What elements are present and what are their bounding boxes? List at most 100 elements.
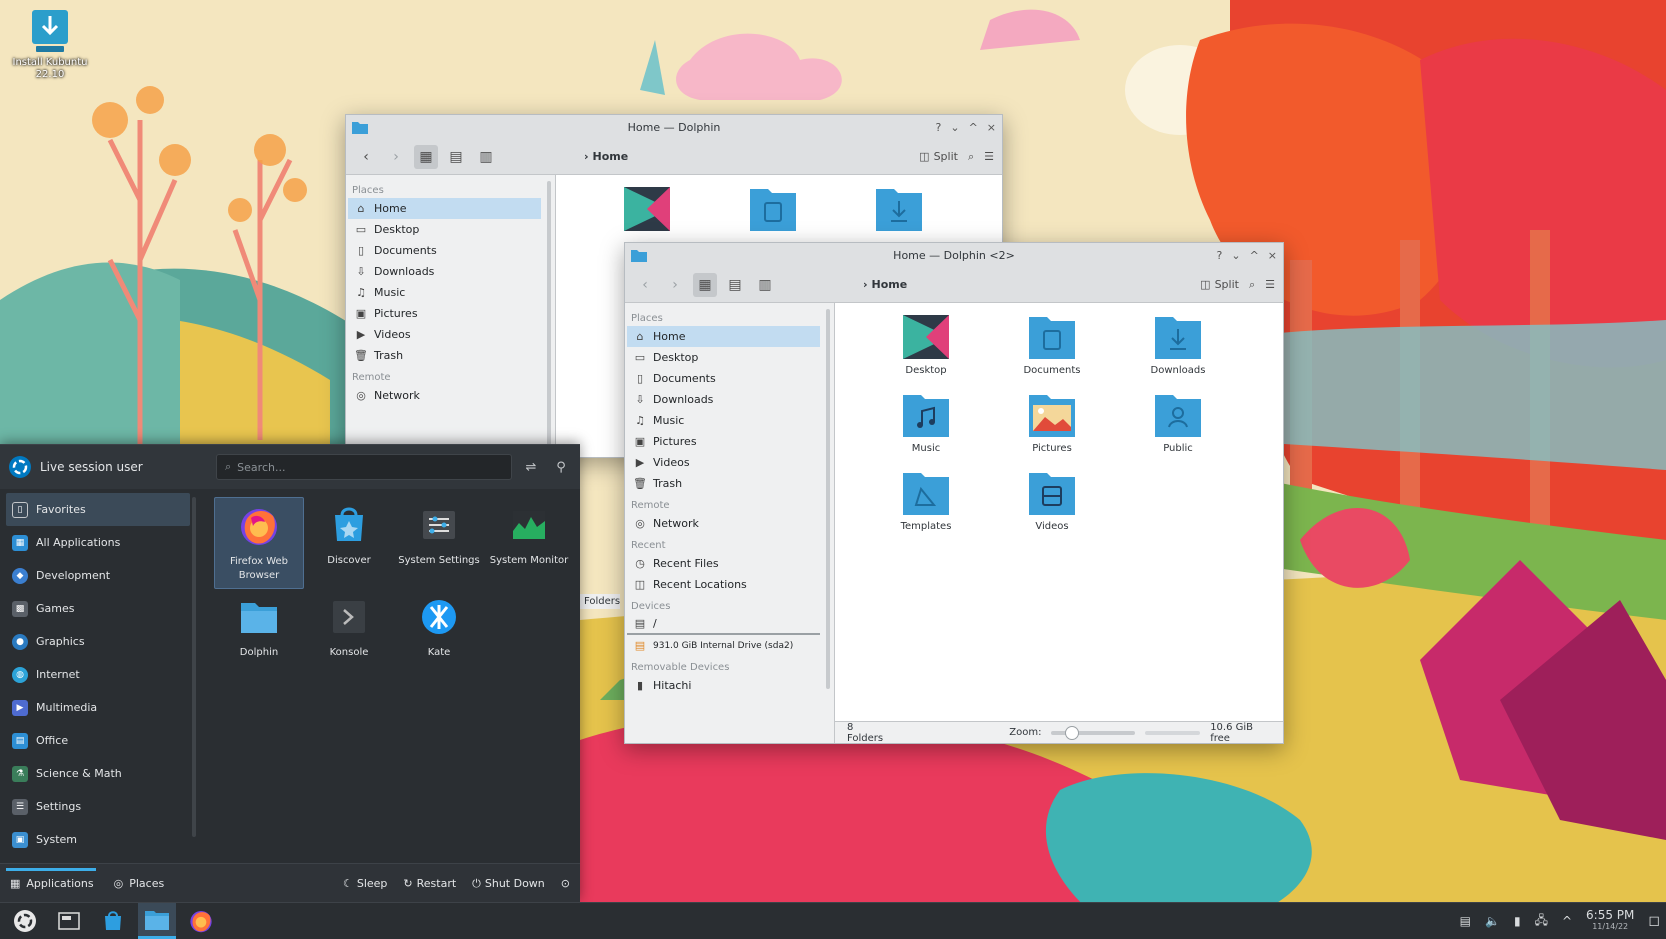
back-button[interactable]: ‹ — [633, 273, 657, 297]
category-office[interactable]: ▤ Office — [6, 724, 190, 757]
category-science-math[interactable]: ⚗ Science & Math — [6, 757, 190, 790]
forward-button[interactable]: › — [384, 145, 408, 169]
maximize-button[interactable]: ^ — [1250, 249, 1259, 262]
file-item-music[interactable]: Music — [863, 391, 989, 469]
minimize-button[interactable]: ⌄ — [950, 121, 959, 134]
places-item-desktop[interactable]: ▭ Desktop — [348, 219, 541, 240]
removable-device-icon[interactable]: ▮ — [1514, 914, 1521, 928]
places-item-documents[interactable]: ▯ Documents — [348, 240, 541, 261]
tray-expand-icon[interactable]: ^ — [1562, 914, 1572, 928]
compact-view-button[interactable]: ▤ — [723, 273, 747, 297]
app-dolphin[interactable]: Dolphin — [214, 589, 304, 681]
file-item-templates[interactable]: Templates — [863, 469, 989, 547]
file-item-pictures[interactable]: Pictures — [989, 391, 1115, 469]
search-input[interactable] — [237, 460, 478, 474]
places-item-network[interactable]: ◎ Network — [627, 513, 820, 534]
places-item-hitachi[interactable]: ▮ Hitachi — [627, 675, 820, 696]
hamburger-menu-icon[interactable]: ☰ — [984, 150, 994, 163]
back-button[interactable]: ‹ — [354, 145, 378, 169]
app-discover[interactable]: Discover — [304, 497, 394, 589]
app-system-monitor[interactable]: System Monitor — [484, 497, 574, 589]
file-view[interactable]: Desktop Documents Downloads Music Pictur… — [835, 303, 1283, 743]
network-disconnected-icon[interactable]: 🖧 — [1535, 911, 1548, 932]
icons-view-button[interactable]: ▦ — [414, 144, 438, 169]
file-item-public[interactable]: Public — [1115, 391, 1241, 469]
app-system-settings[interactable]: System Settings — [394, 497, 484, 589]
zoom-slider[interactable] — [1051, 725, 1135, 740]
taskbar-dolphin[interactable] — [138, 903, 176, 939]
show-desktop-icon[interactable]: ◻ — [1648, 913, 1660, 929]
launcher-search[interactable]: ⌕ — [216, 454, 512, 480]
dolphin-window-front[interactable]: Home — Dolphin <2> ? ⌄ ^ × ‹ › ▦ ▤ ▥ › Ho… — [624, 242, 1284, 744]
launcher-user[interactable]: Live session user — [8, 455, 208, 479]
category-internet[interactable]: ◍ Internet — [6, 658, 190, 691]
icons-view-button[interactable]: ▦ — [693, 272, 717, 297]
breadcrumb-home[interactable]: Home — [872, 278, 908, 291]
breadcrumb[interactable]: › Home — [863, 278, 907, 291]
places-item-recent-files[interactable]: ◷ Recent Files — [627, 553, 820, 574]
help-button[interactable]: ? — [1217, 249, 1223, 262]
places-item-root[interactable]: ▤ / — [627, 614, 820, 635]
places-item-recent-locations[interactable]: ◫ Recent Locations — [627, 574, 820, 595]
file-item-documents[interactable]: Documents — [989, 313, 1115, 391]
category-all-applications[interactable]: ▦ All Applications — [6, 526, 190, 559]
split-button[interactable]: ◫ Split — [1200, 278, 1239, 291]
forward-button[interactable]: › — [663, 273, 687, 297]
window-titlebar[interactable]: Home — Dolphin ? ⌄ ^ × — [346, 115, 1002, 139]
minimize-button[interactable]: ⌄ — [1231, 249, 1240, 262]
pager-button[interactable] — [50, 903, 88, 939]
details-view-button[interactable]: ▥ — [474, 145, 498, 169]
window-titlebar[interactable]: Home — Dolphin <2> ? ⌄ ^ × — [625, 243, 1283, 267]
app-firefox[interactable]: Firefox Web Browser — [214, 497, 304, 589]
places-item-music[interactable]: ♫ Music — [348, 282, 541, 303]
split-button[interactable]: ◫ Split — [919, 150, 958, 163]
places-item-videos[interactable]: ▶ Videos — [348, 324, 541, 345]
file-item-downloads[interactable]: Downloads — [1115, 313, 1241, 391]
places-item-videos[interactable]: ▶ Videos — [627, 452, 820, 473]
category-graphics[interactable]: ● Graphics — [6, 625, 190, 658]
volume-icon[interactable]: 🔈 — [1485, 914, 1500, 928]
places-item-desktop[interactable]: ▭ Desktop — [627, 347, 820, 368]
places-item-pictures[interactable]: ▣ Pictures — [348, 303, 541, 324]
places-item-trash[interactable]: 🗑 Trash — [627, 473, 820, 494]
applications-tab[interactable]: ▦ Applications — [6, 868, 96, 890]
launcher-button[interactable] — [6, 903, 44, 939]
zoom-slider-thumb[interactable] — [1065, 725, 1080, 740]
maximize-button[interactable]: ^ — [969, 121, 978, 134]
places-tab[interactable]: ◎ Places — [114, 877, 165, 890]
taskbar-discover[interactable] — [94, 903, 132, 939]
category-settings[interactable]: ☰ Settings — [6, 790, 190, 823]
places-item-home[interactable]: ⌂ Home — [627, 326, 820, 347]
places-item-documents[interactable]: ▯ Documents — [627, 368, 820, 389]
search-icon[interactable]: ⌕ — [968, 150, 974, 164]
places-item-home[interactable]: ⌂ Home — [348, 198, 541, 219]
pin-icon[interactable]: ⚲ — [550, 460, 572, 475]
file-item-videos[interactable]: Videos — [989, 469, 1115, 547]
compact-view-button[interactable]: ▤ — [444, 145, 468, 169]
category-favorites[interactable]: ▯ Favorites — [6, 493, 190, 526]
places-scrollbar[interactable] — [826, 309, 830, 689]
hamburger-menu-icon[interactable]: ☰ — [1265, 278, 1275, 291]
places-item-pictures[interactable]: ▣ Pictures — [627, 431, 820, 452]
clipboard-icon[interactable]: ▤ — [1460, 914, 1471, 928]
breadcrumb-home[interactable]: Home — [593, 150, 629, 163]
places-item-trash[interactable]: 🗑 Trash — [348, 345, 541, 366]
help-button[interactable]: ? — [936, 121, 942, 134]
category-games[interactable]: ▩ Games — [6, 592, 190, 625]
places-item-music[interactable]: ♫ Music — [627, 410, 820, 431]
details-view-button[interactable]: ▥ — [753, 273, 777, 297]
places-item-downloads[interactable]: ⇩ Downloads — [348, 261, 541, 282]
places-scrollbar[interactable] — [547, 181, 551, 457]
search-icon[interactable]: ⌕ — [1249, 278, 1255, 292]
category-system[interactable]: ▣ System — [6, 823, 190, 856]
category-multimedia[interactable]: ▶ Multimedia — [6, 691, 190, 724]
file-item-desktop[interactable]: Desktop — [863, 313, 989, 391]
places-item-internal-drive[interactable]: ▤ 931.0 GiB Internal Drive (sda2) — [627, 635, 820, 656]
close-button[interactable]: × — [1268, 249, 1277, 262]
app-kate[interactable]: Kate — [394, 589, 484, 681]
install-kubuntu-desktop-icon[interactable]: Install Kubuntu 22.10 — [8, 8, 92, 81]
app-konsole[interactable]: Konsole — [304, 589, 394, 681]
category-scrollbar[interactable] — [192, 497, 196, 837]
close-button[interactable]: × — [987, 121, 996, 134]
places-item-downloads[interactable]: ⇩ Downloads — [627, 389, 820, 410]
